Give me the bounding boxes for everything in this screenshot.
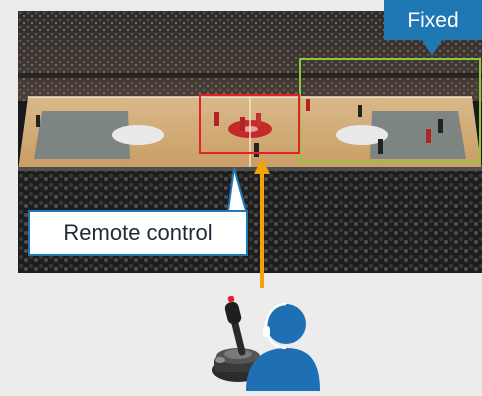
fixed-label: Fixed: [407, 8, 459, 32]
fixed-callout: Fixed: [384, 0, 482, 40]
remote-control-label: Remote control: [63, 220, 213, 245]
operator-headset-icon: [246, 302, 320, 391]
remote-control-callout: Remote control: [28, 210, 248, 256]
operator-group: [200, 290, 320, 391]
